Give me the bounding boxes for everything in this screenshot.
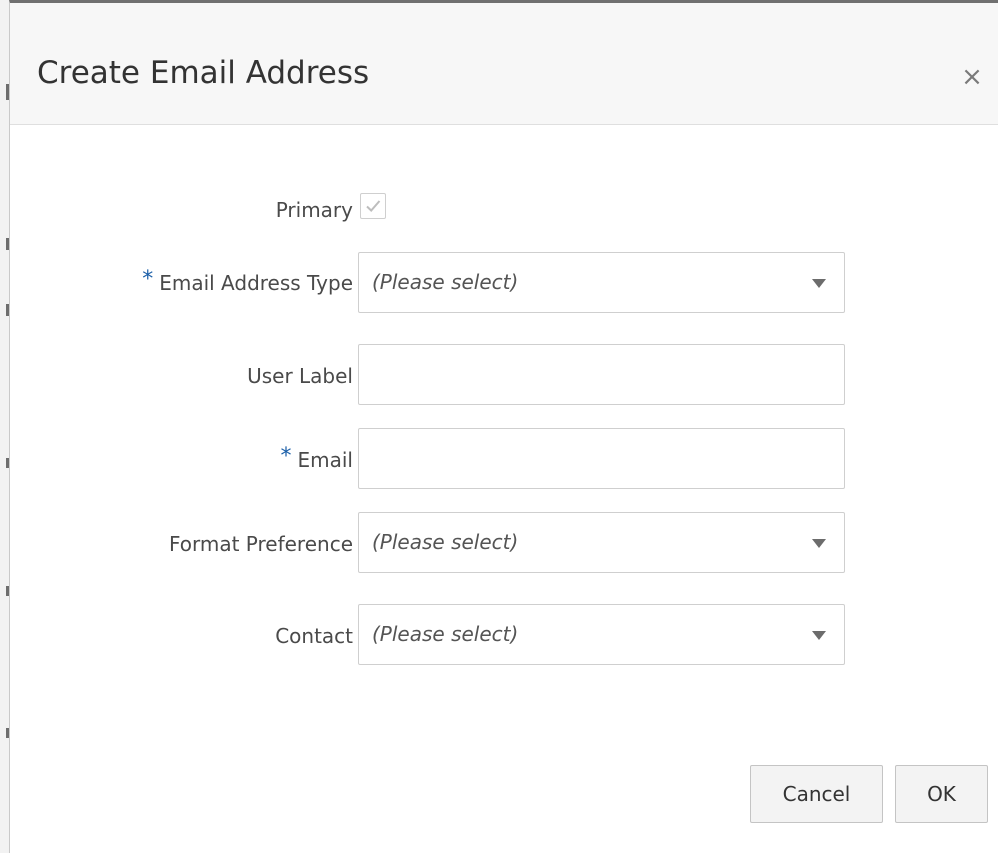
email-input[interactable] xyxy=(358,428,845,489)
background-page-edge xyxy=(0,0,9,853)
chevron-down-icon xyxy=(812,279,826,288)
primary-label: Primary xyxy=(275,198,353,222)
create-email-dialog: Create Email Address × Primary * Email Ad… xyxy=(9,0,998,853)
dialog-title: Create Email Address xyxy=(37,55,370,91)
chevron-down-icon xyxy=(812,631,826,640)
email-address-type-select[interactable]: (Please select) xyxy=(358,252,845,313)
email-address-type-label: * Email Address Type xyxy=(142,267,353,295)
user-label-input[interactable] xyxy=(358,344,845,405)
contact-select[interactable]: (Please select) xyxy=(358,604,845,665)
required-marker: * xyxy=(280,444,292,469)
checkmark-icon xyxy=(366,200,381,212)
primary-checkbox[interactable] xyxy=(360,193,386,219)
format-preference-label: Format Preference xyxy=(168,532,353,556)
dialog-header: Create Email Address × xyxy=(10,3,998,125)
format-preference-value: (Please select) xyxy=(372,530,519,554)
close-icon: × xyxy=(961,62,983,92)
user-label-label: User Label xyxy=(247,364,353,388)
required-marker: * xyxy=(142,267,154,292)
chevron-down-icon xyxy=(812,539,826,548)
ok-button[interactable]: OK xyxy=(895,765,988,823)
screen: Create Email Address × Primary * Email Ad… xyxy=(0,0,998,853)
contact-label: Contact xyxy=(275,624,353,648)
email-address-type-value: (Please select) xyxy=(372,270,519,294)
format-preference-select[interactable]: (Please select) xyxy=(358,512,845,573)
email-label: * Email xyxy=(280,444,354,472)
contact-value: (Please select) xyxy=(372,622,519,646)
cancel-button[interactable]: Cancel xyxy=(750,765,883,823)
close-button[interactable]: × xyxy=(958,63,986,91)
